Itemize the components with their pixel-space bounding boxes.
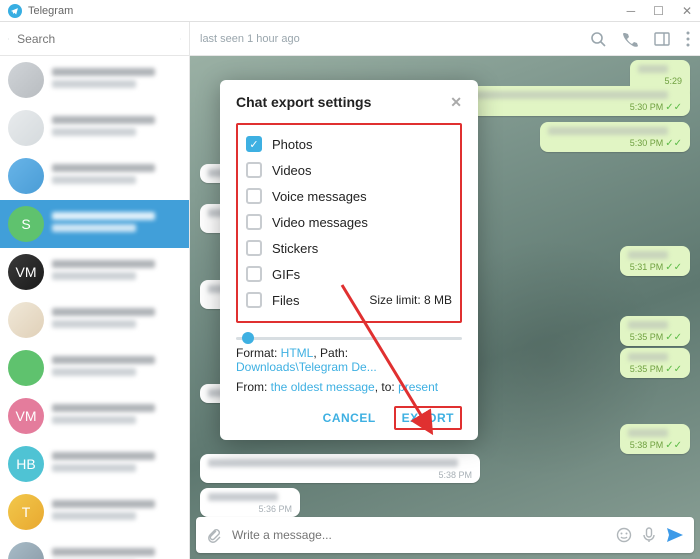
emoji-icon[interactable] — [616, 527, 632, 543]
checkbox-label: Photos — [272, 137, 452, 152]
avatar: HB — [8, 446, 44, 482]
chat-list-item[interactable]: T — [0, 488, 189, 536]
chat-list-item[interactable] — [0, 104, 189, 152]
avatar — [8, 302, 44, 338]
chat-list-item[interactable] — [0, 536, 189, 559]
export-option-row[interactable]: Videos — [246, 157, 452, 183]
send-icon[interactable] — [666, 527, 684, 543]
export-option-row[interactable]: Voice messages — [246, 183, 452, 209]
checkbox[interactable] — [246, 240, 262, 256]
window-minimize-icon[interactable]: ─ — [627, 4, 636, 18]
message-bubble[interactable]: 5:35 PM✓✓ — [620, 316, 690, 346]
mic-icon[interactable] — [642, 527, 656, 543]
checkbox[interactable] — [246, 162, 262, 178]
checkbox-label: Stickers — [272, 241, 452, 256]
close-icon[interactable]: ✕ — [450, 94, 462, 111]
message-bubble[interactable]: 5:38 PM — [200, 454, 480, 483]
telegram-logo-icon — [8, 4, 22, 18]
attach-icon[interactable] — [206, 527, 222, 543]
checkbox[interactable] — [246, 214, 262, 230]
avatar: T — [8, 494, 44, 530]
window-titlebar: Telegram ─ ☐ ✕ — [0, 0, 700, 22]
chat-status: last seen 1 hour ago — [200, 33, 300, 45]
avatar — [8, 542, 44, 559]
menu-icon[interactable] — [8, 32, 9, 46]
avatar — [8, 110, 44, 146]
export-option-row[interactable]: ✓ Photos — [246, 131, 452, 157]
message-bubble[interactable]: 5:38 PM✓✓ — [620, 424, 690, 454]
avatar — [8, 158, 44, 194]
composer — [196, 517, 694, 553]
avatar: VM — [8, 254, 44, 290]
sidepanel-icon[interactable] — [654, 31, 670, 47]
message-bubble[interactable]: 5:35 PM✓✓ — [620, 348, 690, 378]
avatar — [8, 62, 44, 98]
chat-list-item[interactable] — [0, 344, 189, 392]
chat-list-item[interactable] — [0, 152, 189, 200]
dialog-title: Chat export settings — [236, 94, 371, 111]
toolbar: last seen 1 hour ago — [0, 22, 700, 56]
message-bubble[interactable]: 5:36 PM — [200, 488, 300, 517]
search-input[interactable] — [17, 32, 172, 46]
chat-list-item[interactable]: HB — [0, 440, 189, 488]
chat-list-item[interactable]: VM — [0, 392, 189, 440]
checkbox-label: Video messages — [272, 215, 452, 230]
annotation-arrow-icon — [332, 280, 452, 450]
checkbox-label: Videos — [272, 163, 452, 178]
message-input[interactable] — [232, 528, 606, 542]
export-option-row[interactable]: Video messages — [246, 209, 452, 235]
window-close-icon[interactable]: ✕ — [682, 4, 692, 18]
lock-icon[interactable] — [180, 32, 181, 46]
call-icon[interactable] — [622, 31, 638, 47]
window-maximize-icon[interactable]: ☐ — [653, 4, 664, 18]
chat-list-item[interactable] — [0, 56, 189, 104]
checkbox[interactable] — [246, 292, 262, 308]
chat-list: S VM VM HB T — [0, 56, 190, 559]
export-option-row[interactable]: Stickers — [246, 235, 452, 261]
chat-list-item[interactable]: VM — [0, 248, 189, 296]
avatar — [8, 350, 44, 386]
message-bubble[interactable]: 5:31 PM✓✓ — [620, 246, 690, 276]
avatar: S — [8, 206, 44, 242]
chat-list-item[interactable]: S — [0, 200, 189, 248]
checkbox[interactable]: ✓ — [246, 136, 262, 152]
checkbox[interactable] — [246, 188, 262, 204]
more-icon[interactable] — [686, 31, 690, 47]
checkbox-label: Voice messages — [272, 189, 452, 204]
chat-list-item[interactable] — [0, 296, 189, 344]
window-title: Telegram — [28, 5, 627, 17]
message-bubble[interactable]: 5:30 PM✓✓ — [540, 122, 690, 152]
checkbox[interactable] — [246, 266, 262, 282]
search-chat-icon[interactable] — [590, 31, 606, 47]
avatar: VM — [8, 398, 44, 434]
